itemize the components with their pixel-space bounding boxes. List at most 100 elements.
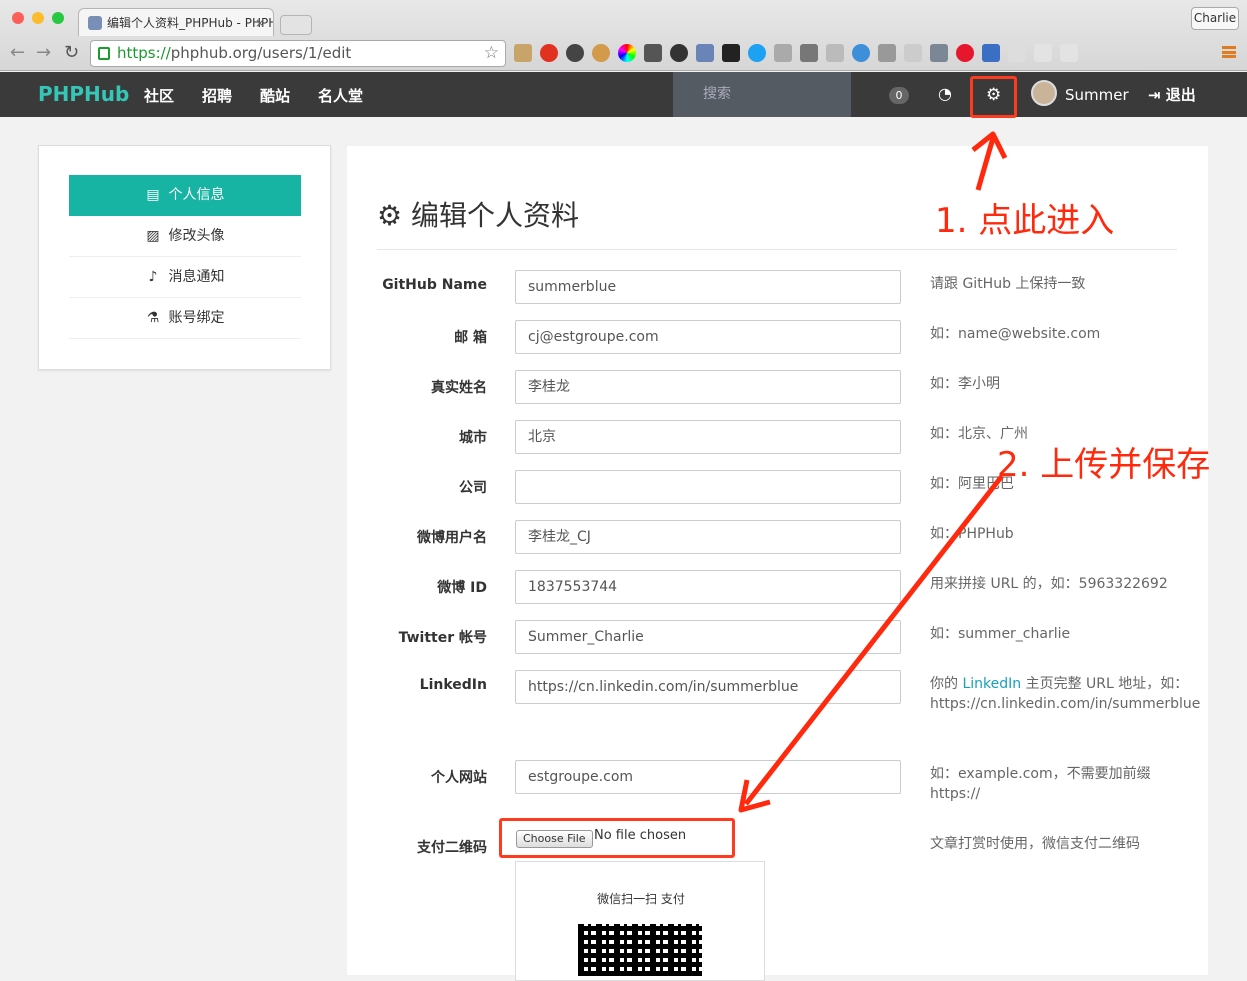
image-icon: ▨ <box>146 228 160 244</box>
sidebar-item-notifications[interactable]: ♪ 消息通知 <box>69 257 301 298</box>
bell-icon: ♪ <box>148 269 158 285</box>
window-controls <box>12 12 64 24</box>
sidebar-item-label: 消息通知 <box>168 269 225 285</box>
nav-item-jobs[interactable]: 招聘 <box>202 85 232 106</box>
gear-icon[interactable]: ⚙ <box>986 85 1001 105</box>
close-tab-icon[interactable]: × <box>255 9 265 36</box>
qr-preview-card: 微信扫一扫 支付 <box>515 861 765 981</box>
page-title: ⚙ 编辑个人资料 <box>377 194 579 234</box>
qr-code-image <box>578 924 702 976</box>
twitter-input[interactable]: Summer_Charlie <box>515 620 901 654</box>
search-input[interactable]: 搜索 <box>673 72 851 117</box>
file-status: No file chosen <box>594 828 687 843</box>
weibo-name-input[interactable]: 李桂龙_CJ <box>515 520 901 554</box>
elephant-favicon-icon <box>88 16 102 30</box>
twitter-extension-icon[interactable] <box>748 44 766 62</box>
info-extension-icon[interactable] <box>670 44 688 62</box>
plugin-extension-icon[interactable] <box>982 44 1000 62</box>
field-label: 支付二维码 <box>417 840 487 856</box>
field-hint: 文章打赏时使用，微信支付二维码 <box>930 836 1140 852</box>
field-label: Twitter 帐号 <box>398 630 487 646</box>
sidebar-item-bindings[interactable]: ⚗ 账号绑定 <box>69 298 301 339</box>
color-wheel-extension-icon[interactable] <box>618 44 636 62</box>
new-tab-button[interactable] <box>280 15 312 35</box>
url-scheme: https:// <box>117 44 171 62</box>
choose-file-button[interactable]: Choose File <box>516 830 593 848</box>
profile-edit-panel: ⚙ 编辑个人资料 GitHub Name summerblue 请跟 GitHu… <box>347 146 1208 981</box>
field-hint: 你的 LinkedIn 主页完整 URL 地址，如：https://cn.lin… <box>930 674 1200 714</box>
image-extension-icon[interactable] <box>644 44 662 62</box>
extension-icon[interactable] <box>514 44 532 62</box>
glasses-extension-icon[interactable] <box>774 44 792 62</box>
field-label: 城市 <box>459 430 487 446</box>
minimize-window-button[interactable] <box>32 12 44 24</box>
ap-extension-icon[interactable] <box>904 44 922 62</box>
lock-icon <box>98 47 110 60</box>
back-arrow-icon[interactable]: ← <box>10 42 25 63</box>
nav-item-hall-of-fame[interactable]: 名人堂 <box>318 85 363 106</box>
tumblr-extension-icon[interactable] <box>930 44 948 62</box>
field-label: LinkedIn <box>419 677 487 693</box>
field-hint: 如：summer_charlie <box>930 626 1071 642</box>
logout-icon: ⇥ <box>1148 86 1166 104</box>
puzzle-extension-icon[interactable] <box>878 44 896 62</box>
share-extension-icon[interactable] <box>1034 44 1052 62</box>
avatar[interactable] <box>1031 80 1057 106</box>
binoculars-extension-icon[interactable] <box>800 44 818 62</box>
reload-icon[interactable]: ↻ <box>64 42 79 63</box>
hint-text: 你的 <box>930 676 963 692</box>
nav-item-community[interactable]: 社区 <box>144 85 174 106</box>
close-window-button[interactable] <box>12 12 24 24</box>
crx-extension-icon[interactable] <box>826 44 844 62</box>
address-bar[interactable]: https://phphub.org/users/1/edit ☆ <box>90 40 506 67</box>
logout-link[interactable]: ⇥ 退出 <box>1148 84 1196 105</box>
field-hint: 如：李小明 <box>930 376 1000 392</box>
sidebar-item-avatar[interactable]: ▨ 修改头像 <box>69 216 301 257</box>
sidebar-item-label: 修改头像 <box>168 228 225 244</box>
cookie-extension-icon[interactable] <box>592 44 610 62</box>
gear-icon: ⚙ <box>377 199 412 232</box>
elephant-extension-icon[interactable] <box>696 44 714 62</box>
qr-extension-icon[interactable] <box>722 44 740 62</box>
email-input[interactable]: cj@estgroupe.com <box>515 320 901 354</box>
tab-title: 编辑个人资料_PHPHub - PHPHub <box>107 16 274 30</box>
field-label: GitHub Name <box>382 277 487 293</box>
city-input[interactable]: 北京 <box>515 420 901 454</box>
username-link[interactable]: Summer <box>1065 86 1129 104</box>
file-upload-highlight-box: Choose File No file chosen <box>499 818 735 858</box>
zhihu-extension-icon[interactable] <box>1008 44 1026 62</box>
profile-chip[interactable]: Charlie <box>1191 7 1239 30</box>
nav-item-sites[interactable]: 酷站 <box>260 85 290 106</box>
field-hint: 如：name@website.com <box>930 326 1101 342</box>
field-hint: 如：example.com，不需要加前缀 https:// <box>930 766 1151 802</box>
flask-icon: ⚗ <box>146 310 160 326</box>
dashboard-icon[interactable]: ◔ <box>938 84 952 103</box>
notification-badge[interactable]: 0 <box>889 87 909 104</box>
field-label: 邮 箱 <box>454 330 487 346</box>
github-name-input[interactable]: summerblue <box>515 270 901 304</box>
zoom-window-button[interactable] <box>52 12 64 24</box>
real-name-input[interactable]: 李桂龙 <box>515 370 901 404</box>
linkedin-input[interactable]: https://cn.linkedin.com/in/summerblue <box>515 670 901 704</box>
logout-label: 退出 <box>1165 86 1196 104</box>
v-extension-icon[interactable] <box>852 44 870 62</box>
power-extension-icon[interactable] <box>566 44 584 62</box>
field-label: 微博 ID <box>437 580 487 596</box>
opera-extension-icon[interactable] <box>540 44 558 62</box>
page-title-text: 编辑个人资料 <box>411 199 580 232</box>
forward-arrow-icon[interactable]: → <box>36 42 51 63</box>
sidebar-item-profile[interactable]: ▤ 个人信息 <box>69 175 301 216</box>
sidebar-item-label: 账号绑定 <box>168 310 225 326</box>
weibo-extension-icon[interactable] <box>956 44 974 62</box>
field-label: 真实姓名 <box>431 380 487 396</box>
site-logo[interactable]: PHPHub <box>38 82 129 106</box>
weibo-id-input[interactable]: 1837553744 <box>515 570 901 604</box>
bookmark-star-icon[interactable]: ☆ <box>484 41 499 66</box>
linkedin-link[interactable]: LinkedIn <box>962 676 1021 692</box>
company-input[interactable] <box>515 470 901 504</box>
annotation-step-2: 2. 上传并保存 <box>997 445 1211 485</box>
hamburger-menu-icon[interactable] <box>1222 46 1236 58</box>
website-input[interactable]: estgroupe.com <box>515 760 901 794</box>
feed-extension-icon[interactable] <box>1060 44 1078 62</box>
browser-tab[interactable]: 编辑个人资料_PHPHub - PHPHub × <box>78 8 274 36</box>
